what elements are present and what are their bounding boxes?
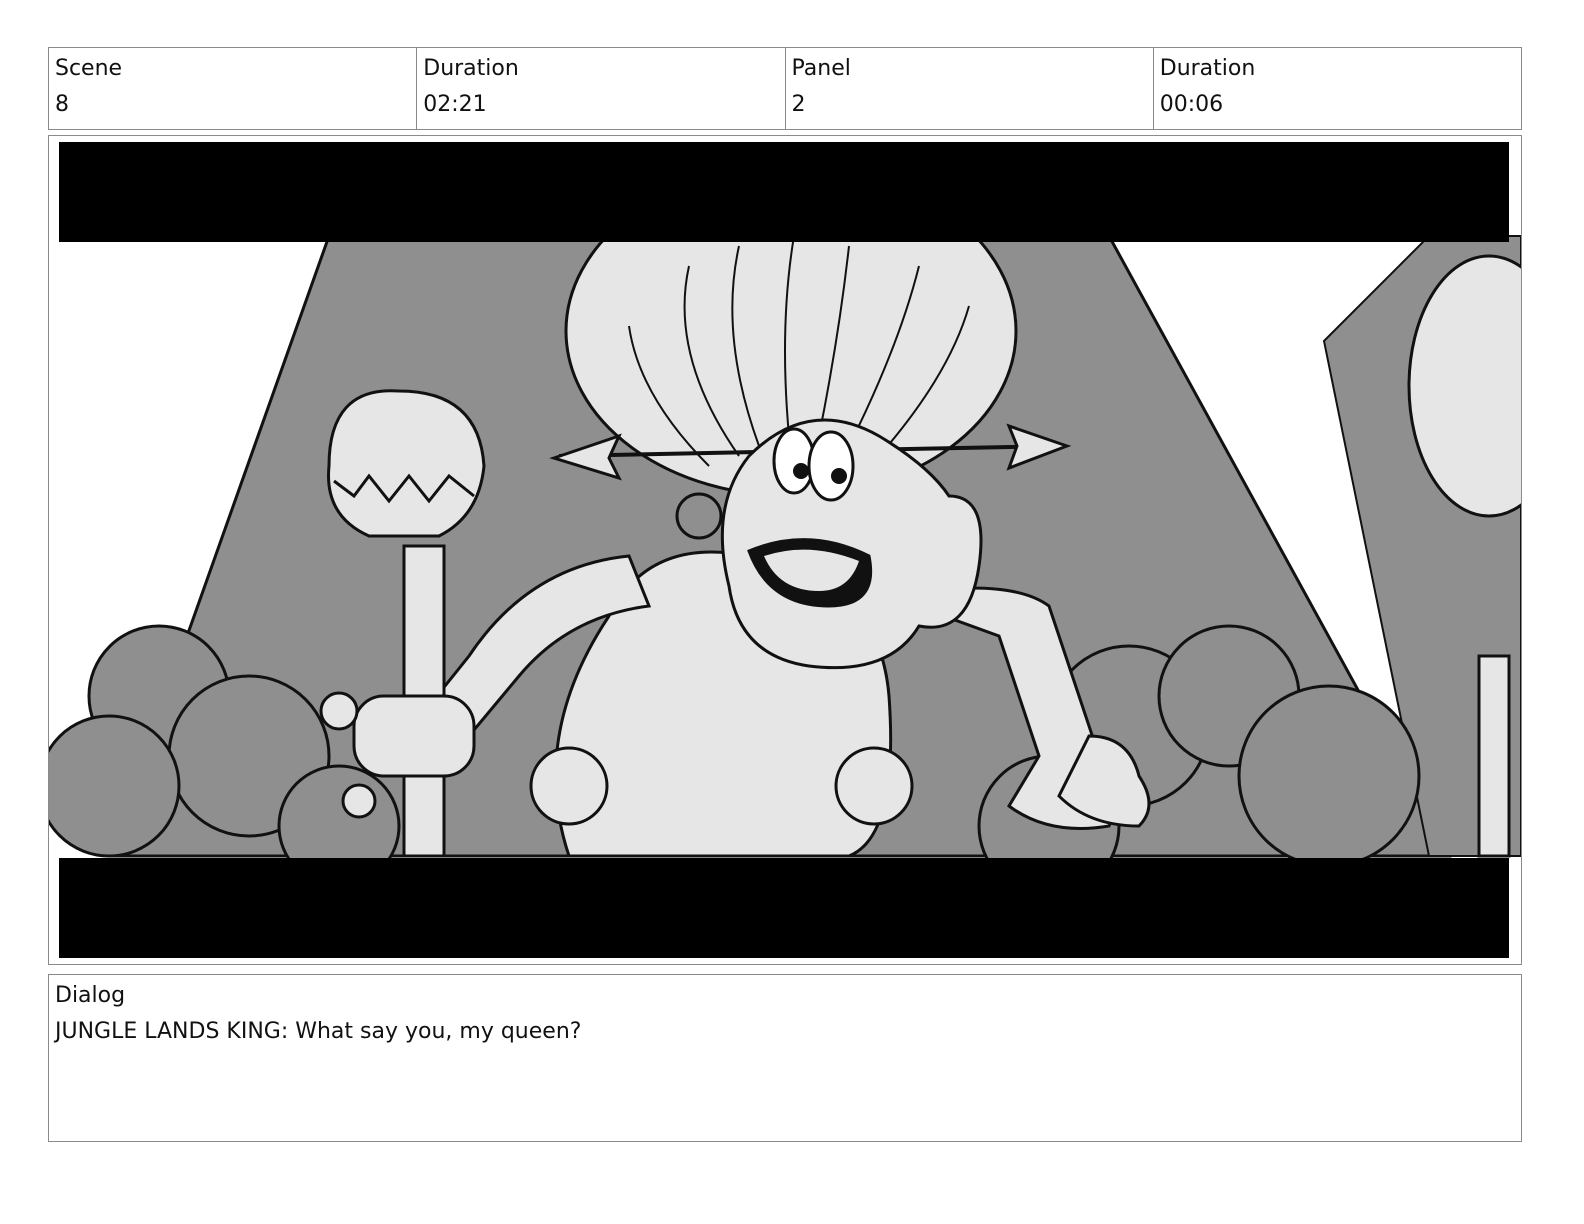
panel-value: 2 (791, 92, 806, 117)
storyboard-sketch (49, 136, 1521, 964)
storyboard-frame (48, 135, 1522, 965)
panel-duration-label: Duration (1159, 56, 1256, 81)
scene-duration-label: Duration (423, 56, 519, 81)
dialog-text: JUNGLE LANDS KING: What say you, my quee… (55, 1019, 582, 1044)
panel-duration-cell: Duration 00:06 (1154, 48, 1521, 129)
panel-duration-value: 00:06 (1159, 92, 1224, 117)
scene-duration-cell: Duration 02:21 (417, 48, 786, 129)
dialog-label: Dialog (55, 983, 126, 1008)
panel-info-header: Scene 8 Duration 02:21 Panel 2 Duration … (48, 47, 1522, 130)
letterbox-top (59, 142, 1509, 242)
scene-value: 8 (55, 92, 69, 117)
scene-label: Scene (55, 56, 123, 81)
dialog-box: Dialog JUNGLE LANDS KING: What say you, … (48, 974, 1522, 1142)
letterbox-bottom (59, 858, 1509, 958)
panel-cell: Panel 2 (786, 48, 1154, 129)
scene-duration-value: 02:21 (423, 92, 487, 117)
panel-label: Panel (791, 56, 851, 81)
scene-cell: Scene 8 (49, 48, 418, 129)
